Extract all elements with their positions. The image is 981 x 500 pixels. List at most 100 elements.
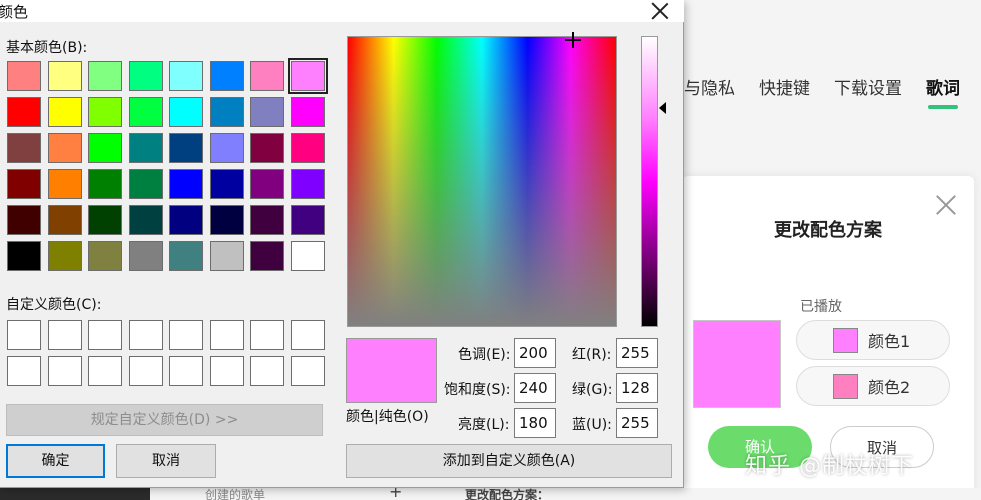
basic-color-swatch[interactable] bbox=[46, 204, 83, 236]
custom-color-swatch[interactable] bbox=[290, 320, 325, 350]
basic-color-swatch[interactable] bbox=[6, 240, 42, 272]
custom-color-swatch[interactable] bbox=[250, 320, 284, 350]
basic-color-swatch[interactable] bbox=[249, 240, 285, 272]
basic-color-swatch[interactable] bbox=[289, 168, 326, 200]
blue-label: 蓝(U): bbox=[572, 417, 612, 433]
define-custom-colors-button: 规定自定义颜色(D) >> bbox=[6, 404, 323, 436]
color2-label: 颜色2 bbox=[868, 378, 911, 397]
color1-button[interactable]: 颜色1 bbox=[796, 320, 950, 360]
basic-color-swatch[interactable] bbox=[127, 96, 164, 128]
cancel-button[interactable]: 取消 bbox=[116, 444, 216, 478]
basic-color-swatch[interactable] bbox=[127, 60, 164, 92]
basic-color-swatch[interactable] bbox=[87, 132, 123, 164]
watermark: 知乎 @制杖树下 bbox=[745, 454, 914, 479]
luminance-input[interactable]: 180 bbox=[514, 408, 556, 438]
basic-color-swatch[interactable] bbox=[168, 96, 204, 128]
basic-color-swatch[interactable] bbox=[249, 204, 285, 236]
color2-button[interactable]: 颜色2 bbox=[796, 366, 950, 406]
tab-lyrics[interactable]: 歌词 bbox=[926, 74, 960, 109]
custom-color-swatch[interactable] bbox=[250, 356, 284, 386]
custom-colors-label: 自定义颜色(C): bbox=[6, 297, 102, 313]
dialog-close-icon[interactable] bbox=[650, 1, 670, 21]
scheme-panel-title: 更改配色方案 bbox=[774, 220, 882, 241]
basic-color-swatch[interactable] bbox=[249, 132, 285, 164]
dialog-titlebar: 颜色 bbox=[0, 0, 684, 22]
custom-colors-grid bbox=[7, 320, 325, 386]
basic-color-swatch[interactable] bbox=[87, 96, 123, 128]
tab-shortcuts[interactable]: 快捷键 bbox=[759, 74, 810, 99]
basic-color-swatch[interactable] bbox=[6, 132, 42, 164]
ok-button[interactable]: 确定 bbox=[6, 444, 105, 478]
custom-color-swatch[interactable] bbox=[128, 356, 163, 386]
played-label: 已播放 bbox=[800, 299, 842, 315]
basic-color-swatch[interactable] bbox=[87, 204, 123, 236]
basic-color-swatch[interactable] bbox=[6, 96, 42, 128]
basic-color-swatch[interactable] bbox=[289, 204, 326, 236]
basic-color-swatch[interactable] bbox=[46, 60, 83, 92]
custom-color-swatch[interactable] bbox=[47, 320, 82, 350]
basic-color-swatch[interactable] bbox=[249, 96, 285, 128]
basic-color-swatch[interactable] bbox=[168, 240, 204, 272]
basic-color-swatch[interactable] bbox=[208, 240, 245, 272]
basic-color-swatch[interactable] bbox=[6, 60, 42, 92]
basic-color-swatch[interactable] bbox=[168, 132, 204, 164]
blue-input[interactable]: 255 bbox=[616, 408, 658, 438]
basic-color-swatch[interactable] bbox=[208, 204, 245, 236]
basic-color-swatch[interactable] bbox=[208, 96, 245, 128]
basic-color-swatch[interactable] bbox=[208, 168, 245, 200]
green-input[interactable]: 128 bbox=[616, 373, 658, 403]
custom-color-swatch[interactable] bbox=[7, 320, 41, 350]
tab-download-settings[interactable]: 下载设置 bbox=[834, 74, 902, 99]
custom-color-swatch[interactable] bbox=[290, 356, 325, 386]
basic-color-swatch[interactable] bbox=[249, 60, 285, 92]
basic-color-swatch[interactable] bbox=[168, 60, 204, 92]
change-scheme-label: 更改配色方案： bbox=[465, 488, 550, 500]
basic-color-swatch[interactable] bbox=[6, 204, 42, 236]
basic-color-swatch[interactable] bbox=[46, 132, 83, 164]
basic-color-swatch[interactable] bbox=[127, 240, 164, 272]
luminance-slider[interactable] bbox=[641, 36, 658, 327]
basic-color-swatch[interactable] bbox=[287, 58, 328, 94]
basic-color-swatch[interactable] bbox=[208, 132, 245, 164]
basic-color-swatch[interactable] bbox=[168, 204, 204, 236]
basic-color-swatch[interactable] bbox=[6, 168, 42, 200]
basic-color-swatch[interactable] bbox=[289, 96, 326, 128]
custom-color-swatch[interactable] bbox=[88, 356, 122, 386]
add-to-custom-colors-button[interactable]: 添加到自定义颜色(A) bbox=[346, 444, 672, 478]
custom-color-swatch[interactable] bbox=[209, 356, 244, 386]
custom-color-swatch[interactable] bbox=[47, 356, 82, 386]
saturation-input[interactable]: 240 bbox=[514, 373, 556, 403]
basic-color-swatch[interactable] bbox=[46, 168, 83, 200]
hue-input[interactable]: 200 bbox=[514, 338, 556, 368]
basic-color-swatch[interactable] bbox=[87, 60, 123, 92]
crosshair-icon[interactable] bbox=[565, 32, 581, 48]
basic-color-swatch[interactable] bbox=[46, 96, 83, 128]
tab-privacy[interactable]: 与隐私 bbox=[684, 74, 735, 99]
basic-color-swatch[interactable] bbox=[168, 168, 204, 200]
hue-saturation-spectrum[interactable] bbox=[347, 36, 617, 327]
red-input[interactable]: 255 bbox=[616, 338, 658, 368]
basic-color-swatch[interactable] bbox=[289, 240, 326, 272]
color1-swatch bbox=[833, 327, 858, 353]
custom-color-swatch[interactable] bbox=[169, 356, 203, 386]
custom-color-swatch[interactable] bbox=[88, 320, 122, 350]
color-solid-label: 颜色|纯色(O) bbox=[346, 409, 429, 425]
basic-color-swatch[interactable] bbox=[208, 60, 245, 92]
basic-color-swatch[interactable] bbox=[127, 132, 164, 164]
dialog-title: 颜色 bbox=[0, 3, 29, 21]
custom-color-swatch[interactable] bbox=[169, 320, 203, 350]
luminance-arrow-icon[interactable] bbox=[659, 102, 666, 114]
color-dialog: 颜色 基本颜色(B): 自定义颜色(C): 规定自定义颜色(D) >> 确定 取… bbox=[0, 0, 684, 488]
custom-color-swatch[interactable] bbox=[7, 356, 41, 386]
basic-color-swatch[interactable] bbox=[127, 168, 164, 200]
basic-color-swatch[interactable] bbox=[87, 168, 123, 200]
basic-color-swatch[interactable] bbox=[46, 240, 83, 272]
custom-color-swatch[interactable] bbox=[209, 320, 244, 350]
basic-color-swatch[interactable] bbox=[289, 132, 326, 164]
basic-color-swatch[interactable] bbox=[127, 204, 164, 236]
custom-color-swatch[interactable] bbox=[128, 320, 163, 350]
basic-colors-label: 基本颜色(B): bbox=[6, 40, 88, 56]
basic-color-swatch[interactable] bbox=[249, 168, 285, 200]
close-icon[interactable] bbox=[934, 192, 958, 216]
basic-color-swatch[interactable] bbox=[87, 240, 123, 272]
